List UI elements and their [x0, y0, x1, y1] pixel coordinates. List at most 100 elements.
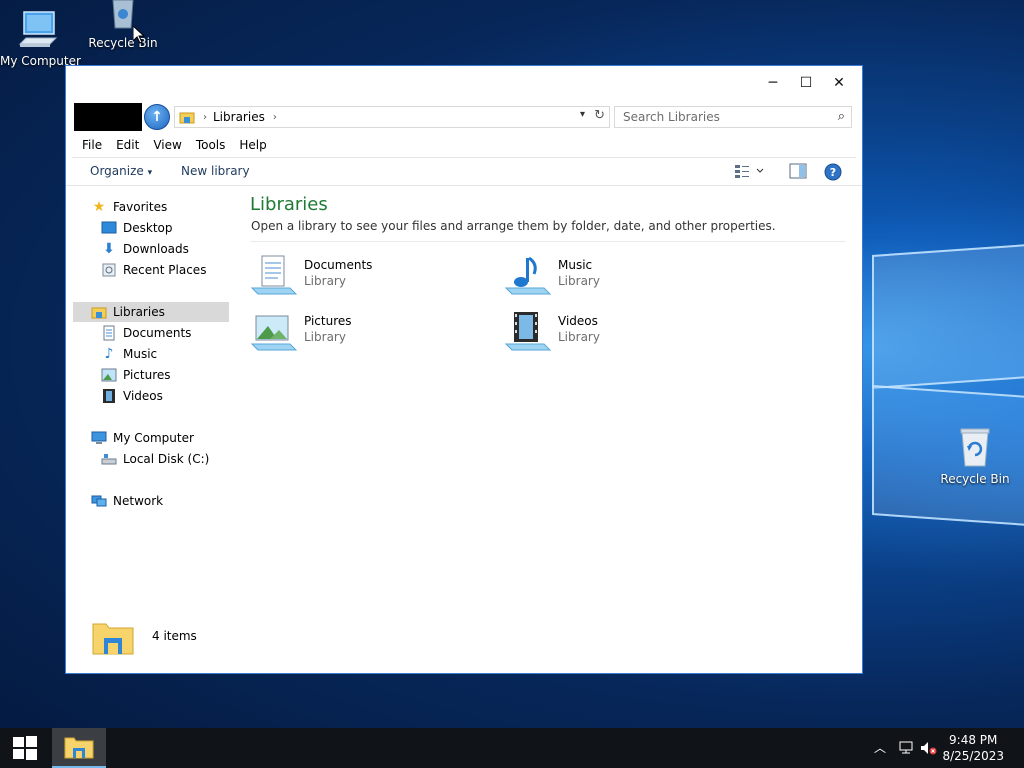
videos-library-icon [504, 312, 552, 351]
chevron-down-icon: ▾ [147, 168, 153, 178]
menu-help[interactable]: Help [239, 134, 266, 156]
film-strip-icon [101, 388, 117, 404]
menu-view[interactable]: View [153, 134, 181, 156]
download-arrow-icon: ⬇ [103, 241, 115, 257]
system-tray: ︿ 9:48 PM 8/25/2023 [874, 728, 1024, 768]
taskbar-file-explorer[interactable] [52, 728, 106, 768]
recycle-bin-icon [960, 428, 990, 467]
details-pane: 4 items [66, 611, 862, 673]
volume-muted-icon[interactable] [920, 741, 938, 755]
nav-libraries[interactable]: Libraries [73, 302, 229, 322]
svg-text:?: ? [830, 166, 836, 179]
computer-icon [91, 430, 107, 446]
view-options-icon[interactable] [734, 163, 764, 179]
document-icon [101, 325, 117, 341]
page-title: Libraries [250, 194, 328, 215]
minimize-icon: ─ [768, 75, 778, 91]
music-note-icon: ♪ [104, 346, 114, 362]
star-icon: ★ [92, 199, 106, 215]
preview-pane-icon[interactable] [789, 163, 807, 179]
address-bar[interactable]: › Libraries › ▾ ↻ [174, 106, 610, 128]
command-bar: Organize ▾ New library ? [66, 158, 862, 186]
chevron-right-icon[interactable]: › [273, 112, 277, 123]
close-button[interactable]: ✕ [822, 70, 856, 96]
new-library-button[interactable]: New library [181, 164, 250, 178]
desktop-icon-label: Recycle Bin [940, 472, 1010, 486]
chevron-down-icon[interactable]: ▾ [580, 109, 585, 120]
documents-library-icon [250, 255, 298, 295]
network-icon [91, 493, 107, 509]
libraries-folder-icon [92, 623, 134, 655]
file-explorer-icon [64, 737, 94, 759]
library-tile-music[interactable]: Music Library [504, 254, 724, 302]
desktop-icon-label: Recycle Bin [88, 36, 158, 50]
close-icon: ✕ [833, 75, 845, 91]
menu-edit[interactable]: Edit [116, 134, 139, 156]
desktop-icon [101, 220, 117, 236]
clock-time: 9:48 PM [949, 733, 998, 747]
navigation-pane: ★ Favorites Desktop ⬇ Downloads Recent Pla… [73, 190, 231, 610]
desktop-icon-my-computer[interactable]: My Computer [0, 8, 81, 68]
library-tile-videos[interactable]: Videos Library [504, 310, 724, 358]
nav-documents[interactable]: Documents [101, 323, 191, 343]
nav-videos[interactable]: Videos [101, 386, 163, 406]
nav-network[interactable]: Network [91, 491, 163, 511]
nav-local-disk[interactable]: Local Disk (C:) [101, 449, 209, 469]
libraries-icon [91, 304, 107, 320]
nav-favorites[interactable]: ★ Favorites [91, 197, 168, 217]
help-icon[interactable]: ? [824, 163, 842, 181]
picture-icon [101, 367, 117, 383]
show-hidden-icons-chevron-icon[interactable]: ︿ [874, 739, 886, 756]
mouse-cursor-icon [133, 26, 145, 44]
library-tile-pictures[interactable]: Pictures Library [250, 310, 470, 358]
up-button[interactable]: ↑ [144, 104, 170, 130]
tile-type: Library [304, 274, 346, 288]
organize-button[interactable]: Organize ▾ [90, 164, 152, 178]
title-bar[interactable]: ─ ☐ ✕ [66, 66, 862, 102]
nav-recent-places[interactable]: Recent Places [101, 260, 206, 280]
address-row: ↑ › Libraries › ▾ ↻ ⌕ [66, 102, 862, 132]
network-status-icon[interactable] [898, 741, 916, 755]
nav-downloads[interactable]: ⬇ Downloads [101, 239, 189, 259]
menu-tools[interactable]: Tools [196, 134, 226, 156]
clock[interactable]: 9:48 PM 8/25/2023 [942, 732, 1004, 764]
back-forward-buttons[interactable] [74, 103, 142, 131]
divider [250, 241, 846, 242]
library-tile-documents[interactable]: Documents Library [250, 254, 470, 302]
tile-name: Pictures [304, 314, 352, 328]
content-pane: Libraries Open a library to see your fil… [242, 190, 854, 610]
menu-file[interactable]: File [82, 134, 102, 156]
nav-my-computer[interactable]: My Computer [91, 428, 194, 448]
maximize-icon: ☐ [799, 75, 813, 91]
nav-pictures[interactable]: Pictures [101, 365, 171, 385]
arrow-up-icon: ↑ [151, 109, 163, 125]
chevron-right-icon: › [203, 111, 207, 123]
search-input[interactable] [615, 107, 815, 127]
desktop-icon-recycle-bin-2[interactable]: Recycle Bin [937, 426, 1013, 486]
refresh-icon[interactable]: ↻ [594, 108, 605, 123]
tile-type: Library [304, 330, 346, 344]
desktop-icon-recycle-bin[interactable]: Recycle Bin [85, 0, 161, 50]
nav-desktop[interactable]: Desktop [101, 218, 173, 238]
maximize-button[interactable]: ☐ [789, 70, 823, 96]
clock-date: 8/25/2023 [942, 749, 1004, 763]
item-count: 4 items [152, 629, 197, 643]
breadcrumb-libraries[interactable]: Libraries [213, 110, 265, 124]
desktop-light-pane [872, 241, 1024, 389]
nav-music[interactable]: ♪ Music [101, 344, 158, 364]
search-icon[interactable]: ⌕ [838, 109, 845, 124]
start-button[interactable] [0, 728, 50, 768]
music-library-icon [504, 256, 552, 295]
search-box: ⌕ [614, 106, 852, 128]
minimize-button[interactable]: ─ [756, 70, 790, 96]
tile-name: Documents [304, 258, 373, 272]
tile-name: Videos [558, 314, 598, 328]
recent-places-icon [101, 262, 117, 278]
menu-bar: File Edit View Tools Help [66, 134, 862, 158]
computer-icon [18, 11, 58, 47]
hard-drive-icon [101, 451, 117, 467]
windows-logo-icon [13, 736, 37, 760]
tile-type: Library [558, 330, 600, 344]
explorer-window: ─ ☐ ✕ ↑ › Libraries › ▾ ↻ ⌕ File Edit Vi… [65, 65, 863, 674]
taskbar: ︿ 9:48 PM 8/25/2023 [0, 728, 1024, 768]
